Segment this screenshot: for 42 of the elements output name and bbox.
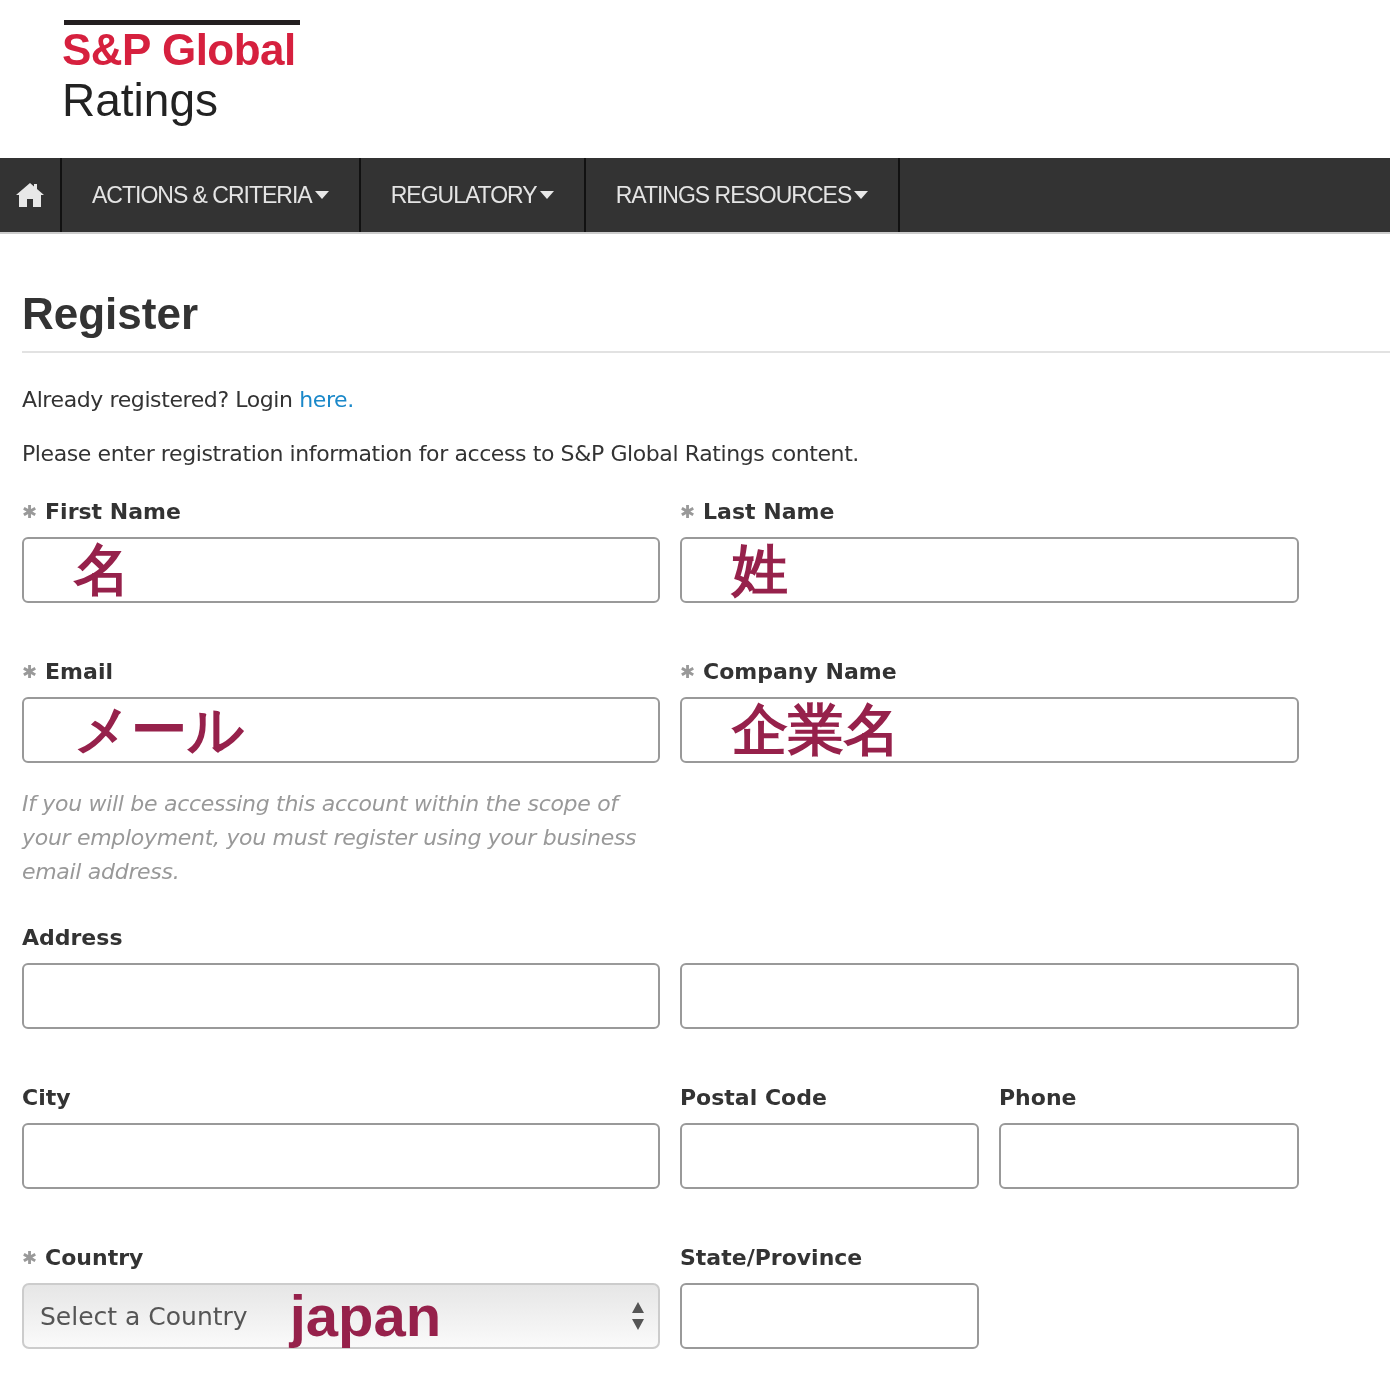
input-field[interactable] — [680, 1123, 979, 1189]
annotation-text: メール — [74, 699, 244, 761]
field-label: Phone — [999, 1084, 1077, 1110]
login-prompt: Already registered? Login here. — [22, 386, 355, 414]
nav-menu-item[interactable]: RATINGS RESOURCES — [585, 158, 901, 232]
nav-menu-item[interactable]: ACTIONS & CRITERIA — [62, 158, 361, 232]
input-field[interactable]: 企業名 — [680, 697, 1299, 763]
required-asterisk: ✱ — [22, 660, 38, 682]
input-field[interactable] — [22, 963, 660, 1029]
required-asterisk: ✱ — [680, 660, 696, 682]
page-title: Register — [22, 234, 1390, 353]
input-field[interactable]: 名 — [22, 537, 660, 603]
nav-menu-item[interactable]: REGULATORY — [360, 158, 586, 232]
field-label: Company Name — [703, 658, 897, 684]
input-field[interactable]: 姓 — [680, 537, 1299, 603]
field-label: First Name — [45, 498, 181, 524]
required-asterisk: ✱ — [22, 500, 38, 522]
home-icon — [15, 182, 45, 208]
field-label: City — [22, 1084, 71, 1110]
field-label: Postal Code — [680, 1084, 827, 1110]
field-label: Last Name — [703, 498, 835, 524]
required-asterisk: ✱ — [22, 1246, 38, 1268]
logo-brand: S&P Global — [62, 25, 297, 75]
login-link[interactable]: here. — [299, 387, 354, 412]
field-label: State/Province — [680, 1244, 863, 1270]
country-select[interactable]: Select a Country japan — [22, 1283, 660, 1349]
annotation-text: 姓 — [732, 539, 788, 601]
intro-text: Please enter registration information for access to S&P Global Ratings content. — [22, 440, 860, 468]
input-field[interactable] — [680, 963, 1299, 1029]
annotation-text: 企業名 — [732, 699, 900, 761]
required-asterisk: ✱ — [680, 500, 696, 522]
input-field[interactable] — [680, 1283, 979, 1349]
field-label: Address — [22, 924, 123, 950]
annotation-text: 名 — [74, 539, 130, 601]
hint-text: If you will be accessing this account within the scope of your employment, you must register using your business email address. — [22, 790, 638, 886]
field-label: Country — [45, 1244, 144, 1270]
input-field[interactable] — [999, 1123, 1299, 1189]
input-field[interactable] — [22, 1123, 660, 1189]
updown-arrows-icon — [632, 1302, 644, 1330]
logo-product: Ratings — [62, 75, 219, 125]
field-label: Email — [45, 658, 113, 684]
input-field[interactable]: メール — [22, 697, 660, 763]
